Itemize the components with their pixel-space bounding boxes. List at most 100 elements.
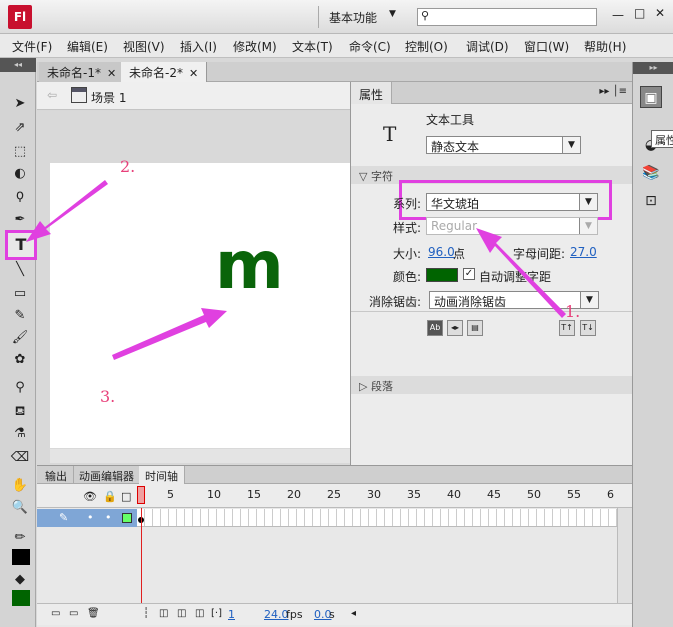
eye-icon[interactable]: 👁 bbox=[83, 490, 97, 503]
pencil-tool-icon[interactable]: ✎ bbox=[9, 306, 31, 326]
canvas[interactable]: m x bbox=[50, 163, 350, 448]
visibility-dot-icon[interactable]: • bbox=[87, 511, 94, 524]
frame-number: 10 bbox=[207, 488, 221, 501]
frame-ruler[interactable]: 1 5 10 15 20 25 30 35 40 45 50 55 6 bbox=[137, 484, 632, 508]
expand-panels-button[interactable]: ▸▸ bbox=[633, 62, 673, 74]
center-frame-icon[interactable]: ┆ bbox=[143, 608, 149, 619]
eyedropper-tool-icon[interactable]: ⚗ bbox=[9, 424, 31, 444]
edit-multiple-icon[interactable]: ◫ bbox=[195, 608, 204, 619]
align-panel-icon[interactable]: ⊡ bbox=[640, 190, 662, 212]
stage-scrollbar[interactable] bbox=[50, 449, 350, 463]
menu-modify[interactable]: 修改(M) bbox=[233, 38, 277, 55]
workspace-switcher[interactable]: 基本功能 bbox=[329, 9, 377, 26]
superscript-icon[interactable]: T↑ bbox=[559, 320, 575, 336]
back-arrow-icon[interactable]: ⇦ bbox=[47, 88, 57, 102]
panel-menu-icon[interactable]: ▸▸ │≡ bbox=[599, 86, 627, 97]
zoom-tool-icon[interactable]: 🔍 bbox=[9, 498, 31, 518]
properties-panel: 属性 ▸▸ │≡ T 文本工具 静态文本 ▼ ▽ 字符 系列: 华文琥珀 ▼ 样式:… bbox=[350, 82, 633, 465]
letter-spacing-value[interactable]: 27.0 bbox=[570, 245, 597, 259]
bone-tool-icon[interactable]: ⚲ bbox=[9, 378, 31, 398]
tab-untitled-1[interactable]: 未命名-1* ✕ bbox=[39, 62, 126, 82]
fill-color-swatch[interactable] bbox=[12, 590, 30, 606]
tab-output[interactable]: 输出 bbox=[39, 466, 74, 484]
title-bar: Fl 基本功能 ▼ ⚲ — □ ✕ bbox=[0, 0, 673, 34]
rectangle-tool-icon[interactable]: ▭ bbox=[9, 284, 31, 304]
close-icon[interactable]: ✕ bbox=[107, 67, 116, 80]
tab-motion-editor[interactable]: 动画编辑器 bbox=[73, 466, 141, 484]
font-size-value[interactable]: 96.0 bbox=[428, 245, 455, 259]
properties-panel-icon[interactable]: ▣ bbox=[640, 86, 662, 108]
menu-view[interactable]: 视图(V) bbox=[123, 38, 165, 55]
menu-file[interactable]: 文件(F) bbox=[12, 38, 52, 55]
paint-bucket-tool-icon[interactable]: ⛾ bbox=[9, 402, 31, 422]
onion-outline-icon[interactable]: ◫ bbox=[177, 608, 186, 619]
subselection-tool-icon[interactable]: ⇗ bbox=[9, 118, 31, 138]
family-label: 系列: bbox=[393, 197, 422, 211]
section-paragraph[interactable]: ▷ 段落 bbox=[351, 376, 633, 394]
delete-icon[interactable]: 🗑 bbox=[87, 608, 100, 619]
free-transform-tool-icon[interactable]: ⬚ bbox=[9, 142, 31, 162]
minimize-button[interactable]: — bbox=[612, 8, 624, 22]
search-input[interactable]: ⚲ bbox=[417, 8, 597, 26]
3d-rotation-tool-icon[interactable]: ◐ bbox=[9, 164, 31, 184]
chevron-down-icon: ▼ bbox=[580, 292, 598, 308]
font-style-select[interactable]: Regular ▼ bbox=[426, 217, 598, 235]
menu-edit[interactable]: 编辑(E) bbox=[67, 38, 108, 55]
line-tool-icon[interactable]: ╲ bbox=[9, 260, 31, 280]
brush-tool-icon[interactable]: 🖌 bbox=[9, 328, 31, 348]
maximize-button[interactable]: □ bbox=[634, 6, 645, 20]
current-frame[interactable]: 1 bbox=[228, 608, 235, 621]
timeline-scrollbar[interactable] bbox=[617, 508, 632, 608]
hand-tool-icon[interactable]: ✋ bbox=[9, 476, 31, 496]
text-type-select[interactable]: 静态文本 ▼ bbox=[426, 136, 581, 154]
menu-help[interactable]: 帮助(H) bbox=[584, 38, 626, 55]
frame-number: 20 bbox=[287, 488, 301, 501]
collapse-tools-button[interactable]: ◂◂ bbox=[0, 58, 36, 72]
text-tool-icon[interactable]: T bbox=[5, 230, 37, 260]
tab-timeline[interactable]: 时间轴 bbox=[139, 466, 185, 484]
scroll-left-icon[interactable]: ◂ bbox=[351, 608, 356, 619]
fill-color-icon[interactable]: ◆ bbox=[9, 570, 31, 590]
tab-properties[interactable]: 属性 bbox=[351, 82, 393, 104]
chevron-down-icon[interactable]: ▼ bbox=[389, 9, 396, 19]
stage-text[interactable]: m x bbox=[215, 227, 350, 304]
menu-commands[interactable]: 命令(C) bbox=[349, 38, 391, 55]
frames-row[interactable] bbox=[137, 509, 617, 527]
onion-skin-icon[interactable]: ◫ bbox=[159, 608, 168, 619]
lasso-tool-icon[interactable]: ϙ bbox=[9, 186, 31, 206]
lock-dot-icon[interactable]: • bbox=[105, 511, 112, 524]
lock-icon[interactable]: 🔒 bbox=[103, 490, 117, 503]
text-color-swatch[interactable] bbox=[426, 268, 458, 282]
frame-number: 6 bbox=[607, 488, 614, 501]
close-window-button[interactable]: ✕ bbox=[655, 6, 665, 20]
subscript-icon[interactable]: T↓ bbox=[580, 320, 596, 336]
close-icon[interactable]: ✕ bbox=[189, 67, 198, 80]
menu-window[interactable]: 窗口(W) bbox=[524, 38, 569, 55]
library-panel-icon[interactable]: 📚 bbox=[640, 162, 662, 184]
pen-tool-icon[interactable]: ✒ bbox=[9, 210, 31, 230]
menu-insert[interactable]: 插入(I) bbox=[180, 38, 217, 55]
selection-tool-icon[interactable]: ➤ bbox=[9, 94, 31, 114]
render-html-icon[interactable]: ◂▸ bbox=[447, 320, 463, 336]
autokern-checkbox[interactable]: ✓ bbox=[463, 268, 475, 280]
onion-markers-icon[interactable]: [·] bbox=[211, 608, 222, 619]
layer-outline-color[interactable] bbox=[122, 513, 132, 523]
selectable-toggle-icon[interactable]: Ab bbox=[427, 320, 443, 336]
eraser-tool-icon[interactable]: ⌫ bbox=[9, 448, 31, 468]
stroke-color-swatch[interactable] bbox=[12, 549, 30, 565]
frame-rate[interactable]: 24.0 bbox=[264, 608, 289, 621]
new-folder-icon[interactable]: ▭ bbox=[69, 608, 78, 619]
frame-number: 40 bbox=[447, 488, 461, 501]
stroke-color-icon[interactable]: ✏ bbox=[9, 528, 31, 548]
font-family-select[interactable]: 华文琥珀 ▼ bbox=[426, 193, 598, 211]
menu-control[interactable]: 控制(O) bbox=[405, 38, 448, 55]
tab-untitled-2[interactable]: 未命名-2* ✕ bbox=[121, 62, 208, 82]
outline-icon[interactable]: □ bbox=[121, 490, 131, 503]
playhead[interactable] bbox=[137, 486, 145, 504]
menu-debug[interactable]: 调试(D) bbox=[466, 38, 509, 55]
deco-tool-icon[interactable]: ✿ bbox=[9, 350, 31, 370]
menu-text[interactable]: 文本(T) bbox=[292, 38, 333, 55]
border-toggle-icon[interactable]: ▤ bbox=[467, 320, 483, 336]
layer-row[interactable]: ✎ • • bbox=[37, 509, 137, 527]
new-layer-icon[interactable]: ▭ bbox=[51, 608, 60, 619]
